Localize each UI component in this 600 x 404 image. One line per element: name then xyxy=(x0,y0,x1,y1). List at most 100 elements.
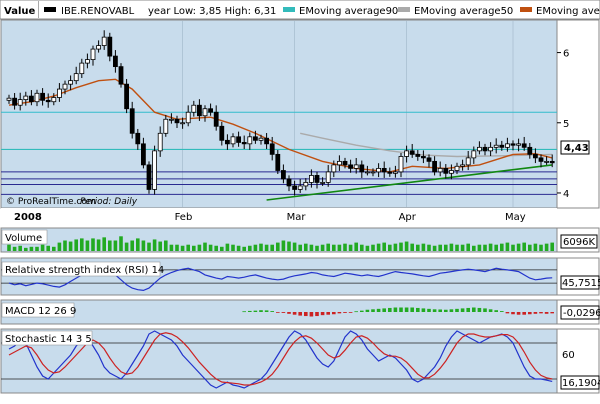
volume-bar xyxy=(197,244,202,251)
header-bar: Value IBE.RENOVABL year Low: 3,85 High: … xyxy=(0,0,600,20)
candle-body xyxy=(118,66,124,85)
macd-bar xyxy=(343,312,347,313)
volume-bar xyxy=(544,243,549,251)
volume-bar xyxy=(522,242,526,251)
macd-bar xyxy=(371,309,375,312)
volume-bar xyxy=(102,237,106,251)
volume-bar xyxy=(404,241,409,251)
month-label: May xyxy=(505,212,526,223)
volume-bar xyxy=(180,245,185,251)
price-plot-bg xyxy=(0,19,558,209)
candle-body xyxy=(493,144,499,148)
volume-bar xyxy=(320,244,325,251)
volume-bar xyxy=(421,243,426,251)
volume-bar xyxy=(466,243,470,251)
macd-bar xyxy=(432,309,437,312)
stoch-value: 16,1904 xyxy=(562,378,600,389)
macd-bar xyxy=(477,307,482,312)
candle-body xyxy=(90,48,96,61)
macd-bar xyxy=(399,307,403,312)
macd-value: -0,0296 xyxy=(563,308,600,319)
candle-body xyxy=(381,167,387,173)
volume-bar xyxy=(287,241,291,251)
volume-bar xyxy=(130,240,134,251)
volume-bar xyxy=(337,244,342,251)
macd-bar xyxy=(298,312,302,316)
volume-bar xyxy=(309,244,314,251)
volume-bar xyxy=(164,240,168,251)
candle-body xyxy=(286,178,292,187)
macd-bar xyxy=(382,308,386,312)
volume-bar xyxy=(40,244,45,251)
macd-bar xyxy=(309,312,314,317)
candle-body xyxy=(241,142,247,145)
candle-body xyxy=(521,143,527,148)
macd-bar xyxy=(505,312,510,314)
volume-bar xyxy=(298,244,302,251)
candle-body xyxy=(499,144,505,148)
month-label: Feb xyxy=(175,212,193,223)
candle-body xyxy=(107,36,113,57)
price-tick-label: 4 xyxy=(563,189,569,200)
volume-bar xyxy=(113,240,118,251)
macd-bar xyxy=(315,312,319,317)
candle-body xyxy=(96,45,101,50)
volume-bar xyxy=(505,242,510,251)
month-label: Apr xyxy=(399,212,417,223)
volume-bar xyxy=(52,246,56,251)
candle-body xyxy=(163,118,169,134)
volume-bar xyxy=(511,244,515,251)
volume-bar xyxy=(455,244,459,251)
volume-bar xyxy=(214,245,218,251)
candle-body xyxy=(28,95,34,103)
candle-body xyxy=(353,164,359,169)
candle-body xyxy=(12,97,18,106)
candle-body xyxy=(314,175,320,183)
volume-bar xyxy=(119,236,123,251)
volume-bar xyxy=(365,245,370,251)
volume-bar xyxy=(74,239,78,251)
candle-body xyxy=(45,99,51,103)
candle-body xyxy=(415,153,421,157)
price-tick-label: 6 xyxy=(563,49,569,60)
volume-bar xyxy=(147,242,151,251)
stochastic-panel: Stochastic 14 3 5 60 16,1904 xyxy=(0,328,600,394)
volume-bar xyxy=(68,241,73,251)
candle-body xyxy=(40,92,45,101)
candle-body xyxy=(364,171,370,174)
volume-bar xyxy=(427,244,431,251)
candle-body xyxy=(129,108,135,134)
candle-body xyxy=(370,171,376,174)
volume-panel: Volume 6096K xyxy=(0,227,600,253)
volume-bar xyxy=(376,243,381,251)
volume-bar xyxy=(203,242,207,251)
macd-bar xyxy=(460,308,465,312)
candle-body xyxy=(258,137,264,141)
candle-body xyxy=(280,170,286,180)
volume-bar xyxy=(259,243,263,251)
candle-body xyxy=(230,136,236,145)
legend-swatch-ema20 xyxy=(520,7,532,12)
volume-bar xyxy=(348,244,353,251)
macd-bar xyxy=(421,308,426,312)
volume-bar xyxy=(158,241,162,251)
candle-body xyxy=(135,132,141,145)
macd-bar xyxy=(449,309,454,312)
volume-bar xyxy=(292,242,297,251)
candle-body xyxy=(113,55,118,68)
macd-bar xyxy=(304,312,308,317)
candle-body xyxy=(196,104,202,117)
candle-body xyxy=(404,150,410,157)
candle-body xyxy=(85,59,90,64)
volume-bar xyxy=(483,244,487,251)
candle-body xyxy=(191,104,197,113)
candle-body xyxy=(275,153,281,171)
macd-bar xyxy=(488,309,493,312)
macd-bar xyxy=(337,312,342,314)
volume-bar xyxy=(35,246,39,251)
macd-bar xyxy=(466,307,470,312)
legend-ema50-label: EMoving average50 xyxy=(414,6,513,17)
candle-body xyxy=(146,164,152,190)
volume-bar xyxy=(315,245,319,251)
volume-bar xyxy=(382,242,386,251)
